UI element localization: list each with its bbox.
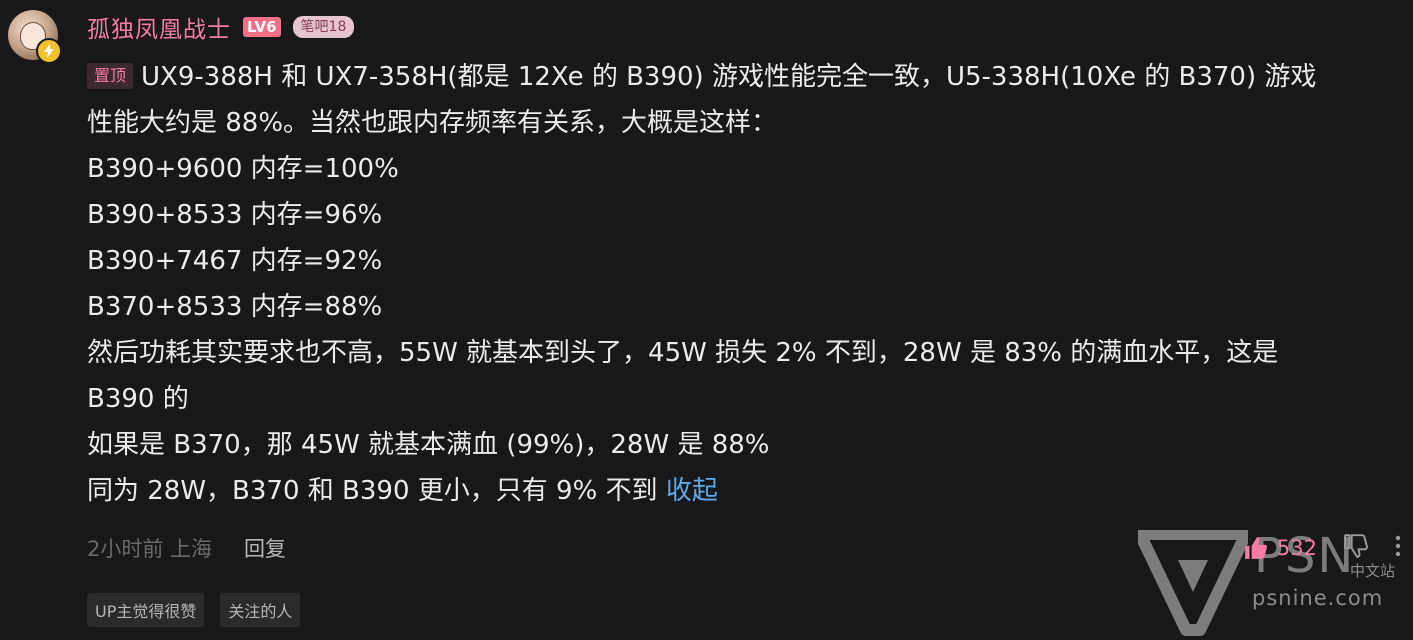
comment-content: 置顶 UX9-388H 和 UX7-358H(都是 12Xe 的 B390) 游戏…: [87, 54, 1413, 514]
timestamp-location: 2小时前 上海: [87, 537, 213, 561]
comment-line: 同为 28W，B370 和 B390 更小，只有 9% 不到 收起: [87, 468, 1413, 514]
fan-badge[interactable]: 笔吧18: [292, 16, 355, 38]
psn-logo-icon: [1134, 528, 1252, 636]
watermark-url: psnine.com: [1252, 586, 1384, 610]
comment-header: 孤独凤凰战士 LV6 笔吧18: [87, 10, 355, 44]
comment-line: 如果是 B370，那 45W 就基本满血 (99%)，28W 是 88%: [87, 430, 770, 460]
like-button[interactable]: 532: [1243, 535, 1317, 561]
thumbs-down-icon: [1344, 534, 1368, 558]
thumbs-up-icon: [1245, 537, 1267, 559]
comment-line: B390+9600 内存=100%: [87, 154, 399, 184]
comment-line: B370+8533 内存=88%: [87, 292, 383, 322]
comment-line: 性能大约是 88%。当然也跟内存频率有关系，大概是这样：: [87, 108, 778, 138]
comment-meta: 2小时前 上海 回复: [87, 530, 286, 566]
comment-line: 然后功耗其实要求也不高，55W 就基本到头了，45W 损失 2% 不到，28W …: [87, 338, 1279, 368]
tag-list: UP主觉得很赞 关注的人: [87, 593, 301, 627]
level-badge: LV6: [243, 17, 281, 37]
tag-following: 关注的人: [220, 593, 301, 627]
lightning-icon: [36, 38, 62, 64]
comment-line-text: 同为 28W，B370 和 B390 更小，只有 9% 不到: [87, 476, 658, 506]
comment-line: B390+7467 内存=92%: [87, 246, 383, 276]
like-count: 532: [1276, 536, 1317, 560]
pinned-badge: 置顶: [87, 63, 134, 89]
comment-line: 置顶 UX9-388H 和 UX7-358H(都是 12Xe 的 B390) 游戏…: [87, 54, 1413, 100]
dislike-button[interactable]: [1343, 533, 1369, 563]
comment-line: B390+8533 内存=96%: [87, 200, 383, 230]
more-options-icon[interactable]: [1395, 534, 1401, 562]
comment-line: B390 的: [87, 384, 189, 414]
comment-actions: 532: [1243, 531, 1401, 565]
comment-line-text: UX9-388H 和 UX7-358H(都是 12Xe 的 B390) 游戏性能…: [141, 62, 1317, 92]
avatar[interactable]: [8, 10, 62, 64]
tag-up-liked: UP主觉得很赞: [87, 593, 205, 627]
collapse-link[interactable]: 收起: [666, 476, 718, 506]
reply-button[interactable]: 回复: [244, 533, 286, 563]
username[interactable]: 孤独凤凰战士: [87, 10, 231, 44]
